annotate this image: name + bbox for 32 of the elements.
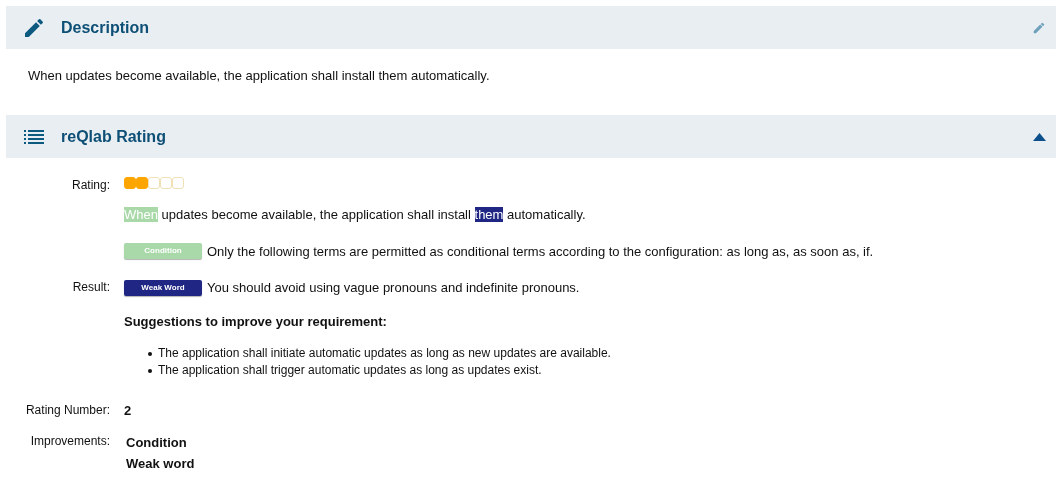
field-label: Improvements: <box>29 432 110 450</box>
rating-number: 2 <box>124 402 133 420</box>
pencil-icon <box>1032 20 1046 35</box>
rating-square <box>172 177 184 189</box>
rating-square <box>124 177 136 189</box>
finding-tag: Weak Word <box>124 279 202 296</box>
sentence-text: updates become available, the application shall install <box>160 207 472 222</box>
rating-square <box>160 177 172 189</box>
sentence-text: automatically. <box>506 207 586 222</box>
list-icon <box>24 128 44 145</box>
improvement-item: Condition <box>126 433 188 452</box>
caret-up-icon <box>1033 132 1046 141</box>
field-label: Result: <box>71 278 110 296</box>
highlighted-word: When <box>124 207 158 222</box>
bullet-icon <box>148 368 152 373</box>
finding-text: Only the following terms are permitted as conditional terms according to the configuration: as long as, as soon as, if. <box>207 242 874 261</box>
improvement-item: Weak word <box>126 454 196 473</box>
highlighted-word: them <box>474 207 504 222</box>
section-title: Description <box>61 17 149 38</box>
description-text: When updates become available, the application shall install them automatically. <box>27 67 491 85</box>
suggestions-heading: Suggestions to improve your requirement: <box>124 312 388 331</box>
suggestion-text: The application shall initiate automatic updates as long as new updates are available. <box>158 345 611 362</box>
field-label: Rating Number: <box>24 402 110 419</box>
field-label: Rating: <box>70 177 110 194</box>
suggestion-text: The application shall trigger automatic updates as long as updates exist. <box>158 362 542 379</box>
rating-square <box>136 177 148 189</box>
finding-tag: Condition <box>124 243 202 260</box>
collapse-button[interactable] <box>1033 132 1046 141</box>
bullet-icon <box>148 351 152 356</box>
section-title: reQlab Rating <box>61 126 166 147</box>
rating-square <box>148 177 160 189</box>
finding-text: You should avoid using vague pronouns and indefinite pronouns. <box>207 279 580 297</box>
